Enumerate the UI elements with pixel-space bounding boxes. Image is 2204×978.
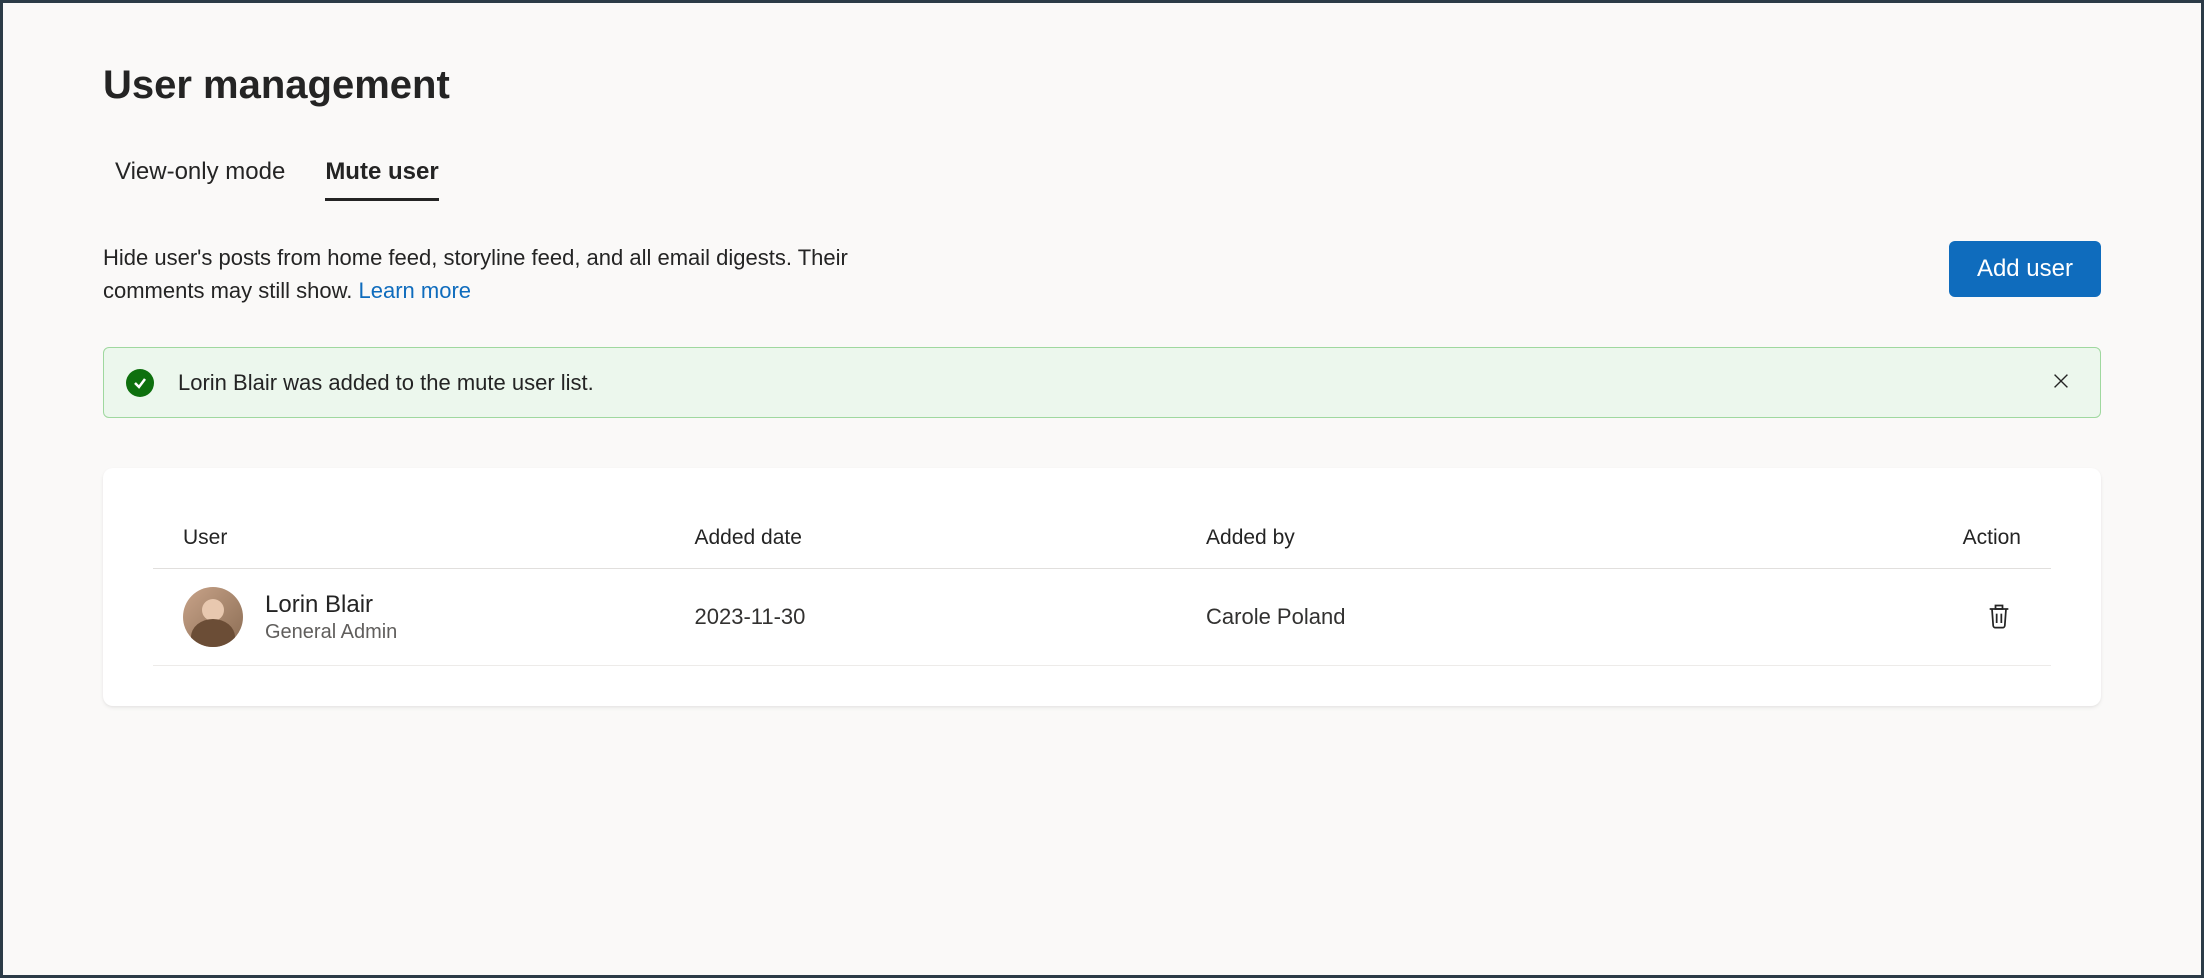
cell-added-by: Carole Poland (1206, 604, 1871, 630)
user-table-card: User Added date Added by Action Lorin Bl… (103, 468, 2101, 706)
avatar (183, 587, 243, 647)
description-row: Hide user's posts from home feed, storyl… (103, 241, 2101, 307)
tab-view-only-mode[interactable]: View-only mode (115, 158, 285, 201)
close-icon (2050, 370, 2072, 395)
tab-mute-user[interactable]: Mute user (325, 158, 438, 201)
col-header-added-by: Added by (1206, 526, 1871, 550)
col-header-user: User (183, 526, 695, 550)
cell-added-date: 2023-11-30 (695, 604, 1207, 630)
tabs: View-only mode Mute user (103, 158, 2101, 201)
table-row: Lorin Blair General Admin 2023-11-30 Car… (153, 569, 2051, 666)
check-circle-icon (126, 369, 154, 397)
description-body: Hide user's posts from home feed, storyl… (103, 245, 848, 303)
description-text: Hide user's posts from home feed, storyl… (103, 241, 953, 307)
notification-message: Lorin Blair was added to the mute user l… (178, 370, 2044, 396)
col-header-added-date: Added date (695, 526, 1207, 550)
table-header: User Added date Added by Action (153, 508, 2051, 569)
page-title: User management (103, 63, 2101, 108)
add-user-button[interactable]: Add user (1949, 241, 2101, 297)
user-name: Lorin Blair (265, 591, 397, 619)
delete-user-button[interactable] (1977, 594, 2021, 641)
col-header-action: Action (1871, 526, 2021, 550)
notification-close-button[interactable] (2044, 364, 2078, 401)
user-cell: Lorin Blair General Admin (183, 587, 695, 647)
user-role: General Admin (265, 621, 397, 644)
cell-action (1871, 594, 2021, 641)
trash-icon (1985, 618, 2013, 633)
learn-more-link[interactable]: Learn more (359, 278, 472, 303)
user-info: Lorin Blair General Admin (265, 591, 397, 644)
success-notification: Lorin Blair was added to the mute user l… (103, 347, 2101, 418)
